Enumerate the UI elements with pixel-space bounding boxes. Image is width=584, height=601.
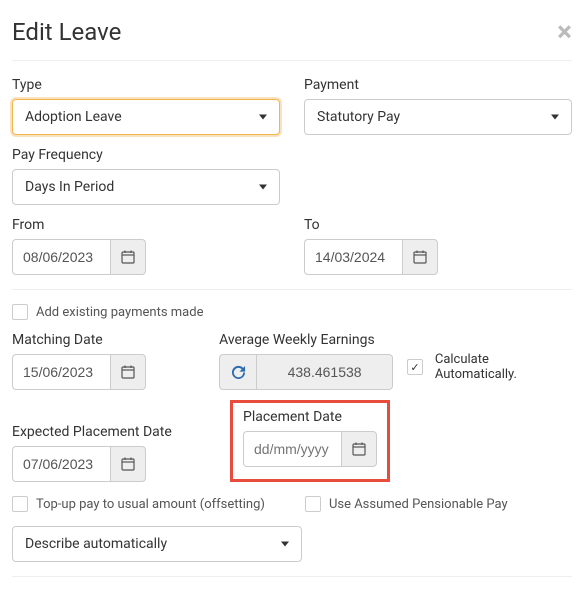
placement-highlight-box: Placement Date (230, 400, 390, 482)
placement-label: Placement Date (243, 409, 377, 425)
calendar-icon (352, 442, 366, 456)
chevron-down-icon (259, 185, 267, 190)
add-existing-checkbox[interactable] (12, 304, 28, 320)
assumed-label: Use Assumed Pensionable Pay (329, 497, 508, 512)
payfreq-value: Days In Period (25, 179, 114, 195)
matching-input[interactable] (12, 354, 110, 390)
to-input[interactable] (304, 239, 402, 275)
chevron-down-icon (259, 115, 267, 120)
calendar-icon (121, 365, 135, 379)
dialog-title: Edit Leave (12, 18, 121, 46)
awe-refresh-button[interactable] (219, 354, 257, 390)
placement-input[interactable] (243, 431, 341, 467)
to-calendar-button[interactable] (402, 239, 438, 275)
from-calendar-button[interactable] (110, 239, 146, 275)
add-existing-label: Add existing payments made (36, 305, 203, 320)
type-value: Adoption Leave (25, 109, 122, 125)
calc-auto-checkbox[interactable] (407, 359, 423, 375)
payment-select[interactable]: Statutory Pay (304, 99, 572, 135)
expected-calendar-button[interactable] (110, 446, 146, 482)
calc-auto-label: Calculate Automatically. (435, 352, 572, 382)
awe-input[interactable] (257, 354, 393, 390)
add-existing-checkbox-row[interactable]: Add existing payments made (12, 304, 572, 320)
matching-calendar-button[interactable] (110, 354, 146, 390)
payment-label: Payment (304, 77, 572, 93)
topup-label: Top-up pay to usual amount (offsetting) (36, 497, 265, 512)
assumed-checkbox-row[interactable]: Use Assumed Pensionable Pay (305, 496, 508, 512)
payfreq-select[interactable]: Days In Period (12, 169, 280, 205)
dialog-header: Edit Leave × (12, 10, 572, 61)
topup-checkbox[interactable] (12, 496, 28, 512)
type-select[interactable]: Adoption Leave (12, 99, 280, 135)
placement-calendar-button[interactable] (341, 431, 377, 467)
to-label: To (304, 217, 572, 233)
assumed-checkbox[interactable] (305, 496, 321, 512)
payment-value: Statutory Pay (317, 109, 400, 125)
calendar-icon (413, 250, 427, 264)
refresh-icon (231, 365, 246, 380)
from-label: From (12, 217, 280, 233)
divider (12, 289, 572, 290)
calendar-icon (121, 457, 135, 471)
calc-auto-checkbox-row[interactable]: Calculate Automatically. (407, 352, 572, 390)
expected-input[interactable] (12, 446, 110, 482)
matching-label: Matching Date (12, 332, 209, 348)
awe-label: Average Weekly Earnings (219, 332, 393, 348)
topup-checkbox-row[interactable]: Top-up pay to usual amount (offsetting) (12, 496, 265, 512)
chevron-down-icon (281, 542, 289, 547)
calendar-icon (121, 250, 135, 264)
divider (12, 576, 572, 577)
payfreq-label: Pay Frequency (12, 147, 280, 163)
from-input[interactable] (12, 239, 110, 275)
chevron-down-icon (551, 115, 559, 120)
type-label: Type (12, 77, 280, 93)
describe-select[interactable]: Describe automatically (12, 526, 302, 562)
describe-value: Describe automatically (25, 536, 167, 552)
expected-label: Expected Placement Date (12, 424, 212, 440)
close-icon[interactable]: × (557, 18, 572, 46)
